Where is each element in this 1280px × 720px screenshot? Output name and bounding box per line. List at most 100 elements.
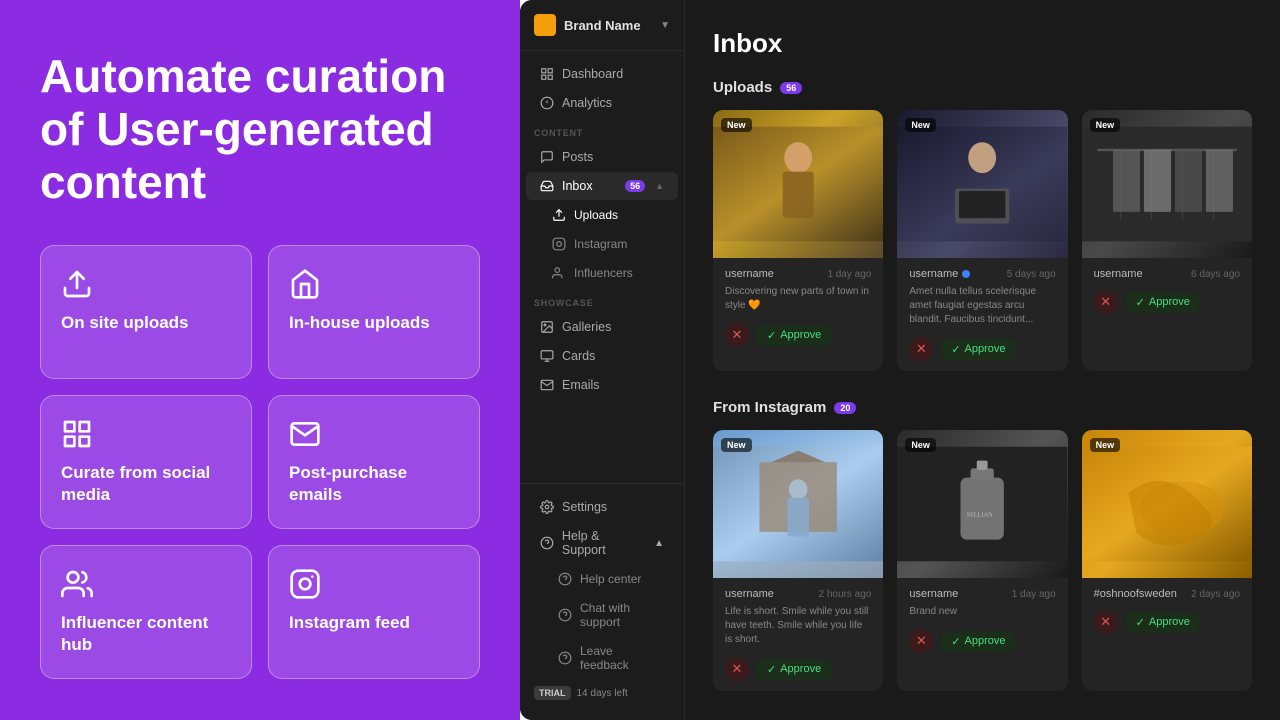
sidebar-item-help[interactable]: Help & Support ▲ — [526, 522, 678, 564]
inbox-badge: 56 — [625, 180, 645, 192]
sidebar-footer: Settings Help & Support ▲ Help center — [520, 483, 684, 710]
insta-reject-button-1[interactable]: ✕ — [725, 657, 749, 681]
mail-icon — [289, 418, 321, 450]
card-image-woman — [713, 110, 883, 258]
sidebar-label-help: Help & Support — [562, 529, 646, 557]
approve-button-1[interactable]: Approve — [757, 325, 831, 346]
card-image-man — [897, 110, 1067, 258]
new-badge-1: New — [721, 118, 752, 132]
sidebar-item-leave-feedback[interactable]: Leave feedback — [526, 637, 678, 679]
feature-card-instagram-feed[interactable]: Instagram feed — [268, 545, 480, 679]
feature-label-instagram: Instagram feed — [289, 612, 459, 634]
card-image-milan — [713, 430, 883, 578]
card-meta-3: username 6 days ago — [1094, 268, 1240, 280]
card-image-clothes — [1082, 110, 1252, 258]
sidebar-item-instagram[interactable]: Instagram — [526, 230, 678, 258]
approve-button-2[interactable]: Approve — [941, 339, 1015, 360]
users-icon — [61, 568, 93, 600]
sidebar-item-cards[interactable]: Cards — [526, 342, 678, 370]
feature-label-in-house: In-house uploads — [289, 312, 459, 334]
brand-selector[interactable]: Brand Name ▼ — [520, 0, 684, 51]
insta-card-body-1: username 2 hours ago Life is short. Smil… — [713, 578, 883, 691]
new-badge-insta-3: New — [1090, 438, 1121, 452]
insta-card-body-3: #oshnoofsweden 2 days ago ✕ Approve — [1082, 578, 1252, 644]
sidebar-item-inbox[interactable]: Inbox 56 ▲ — [526, 172, 678, 200]
insta-approve-button-2[interactable]: Approve — [941, 631, 1015, 652]
insta-card-actions-3: ✕ Approve — [1094, 610, 1240, 634]
sidebar-item-influencers[interactable]: Influencers — [526, 259, 678, 287]
sidebar-label-posts: Posts — [562, 150, 593, 164]
new-badge-3: New — [1090, 118, 1121, 132]
sidebar-item-dashboard[interactable]: Dashboard — [526, 60, 678, 88]
uploads-cards-row: New username 1 day ago Discovering new p… — [713, 110, 1252, 371]
insta-approve-button-1[interactable]: Approve — [757, 659, 831, 680]
gallery-icon — [540, 320, 554, 334]
sidebar-label-leave-feedback: Leave feedback — [580, 644, 664, 672]
reject-button-1[interactable]: ✕ — [725, 323, 749, 347]
reject-button-2[interactable]: ✕ — [909, 337, 933, 361]
card-body-2: username 5 days ago Amet nulla tellus sc… — [897, 258, 1067, 371]
trial-pill: TRIAL — [534, 686, 571, 700]
insta-card-meta-3: #oshnoofsweden 2 days ago — [1094, 588, 1240, 600]
card-actions-3: ✕ Approve — [1094, 290, 1240, 314]
insta-reject-button-3[interactable]: ✕ — [1094, 610, 1118, 634]
insta-time-1: 2 hours ago — [819, 589, 872, 600]
reject-button-3[interactable]: ✕ — [1094, 290, 1118, 314]
sidebar-item-analytics[interactable]: Analytics — [526, 89, 678, 117]
sidebar-item-posts[interactable]: Posts — [526, 143, 678, 171]
uploads-sub-icon — [552, 208, 566, 222]
approve-button-3[interactable]: Approve — [1126, 292, 1200, 313]
instagram-sub-icon — [552, 237, 566, 251]
sidebar-item-galleries[interactable]: Galleries — [526, 313, 678, 341]
insta-approve-button-3[interactable]: Approve — [1126, 612, 1200, 633]
card-actions-1: ✕ Approve — [725, 323, 871, 347]
sidebar-label-help-center: Help center — [580, 572, 641, 586]
inbox-chevron-icon: ▲ — [655, 181, 664, 191]
sidebar-nav: Dashboard Analytics CONTENT Posts — [520, 51, 684, 483]
insta-text-2: Brand new — [909, 605, 1055, 619]
insta-card-1: New username 2 hours ago Life is short. … — [713, 430, 883, 691]
left-panel: Automate curation of User-generated cont… — [0, 0, 520, 720]
feature-card-on-site-uploads[interactable]: On site uploads — [40, 245, 252, 379]
main-content: Inbox Uploads 56 — [685, 0, 1280, 720]
card-time-2: 5 days ago — [1007, 269, 1056, 280]
app-window: Brand Name ▼ Dashboard Analytics — [520, 0, 1280, 720]
sidebar-item-emails[interactable]: Emails — [526, 371, 678, 399]
sidebar-item-chat-support[interactable]: Chat with support — [526, 594, 678, 636]
card-body-1: username 1 day ago Discovering new parts… — [713, 258, 883, 357]
feature-card-in-house-uploads[interactable]: In-house uploads — [268, 245, 480, 379]
feature-label-on-site: On site uploads — [61, 312, 231, 334]
insta-time-2: 1 day ago — [1012, 589, 1056, 600]
upload-card-1: New username 1 day ago Discovering new p… — [713, 110, 883, 371]
feature-card-curate-social[interactable]: Curate from social media — [40, 395, 252, 529]
uploads-badge: 56 — [780, 82, 802, 94]
sidebar-label-influencers: Influencers — [574, 266, 633, 280]
settings-icon — [540, 500, 554, 514]
feature-card-post-purchase[interactable]: Post-purchase emails — [268, 395, 480, 529]
sidebar-item-settings[interactable]: Settings — [526, 493, 678, 521]
brand-icon — [534, 14, 556, 36]
upload-icon — [61, 268, 93, 300]
page-title: Inbox — [713, 28, 1252, 59]
card-username-1: username — [725, 268, 774, 280]
insta-card-meta-2: username 1 day ago — [909, 588, 1055, 600]
card-text-2: Amet nulla tellus scelerisque amet faugi… — [909, 285, 1055, 327]
feature-card-influencer-hub[interactable]: Influencer content hub — [40, 545, 252, 679]
feedback-icon — [558, 651, 572, 665]
insta-card-actions-1: ✕ Approve — [725, 657, 871, 681]
home-icon — [289, 268, 321, 300]
dashboard-icon — [540, 67, 554, 81]
card-username-3: username — [1094, 268, 1143, 280]
sidebar-item-help-center[interactable]: Help center — [526, 565, 678, 593]
new-badge-insta-2: New — [905, 438, 936, 452]
sidebar-item-uploads[interactable]: Uploads — [526, 201, 678, 229]
instagram-cards-row: New username 2 hours ago Life is short. … — [713, 430, 1252, 691]
trial-label: 14 days left — [577, 688, 628, 699]
card-meta-1: username 1 day ago — [725, 268, 871, 280]
insta-text-1: Life is short. Smile while you still hav… — [725, 605, 871, 647]
sidebar-label-cards: Cards — [562, 349, 595, 363]
new-badge-2: New — [905, 118, 936, 132]
card-time-1: 1 day ago — [827, 269, 871, 280]
instagram-title: From Instagram — [713, 399, 826, 416]
insta-reject-button-2[interactable]: ✕ — [909, 629, 933, 653]
